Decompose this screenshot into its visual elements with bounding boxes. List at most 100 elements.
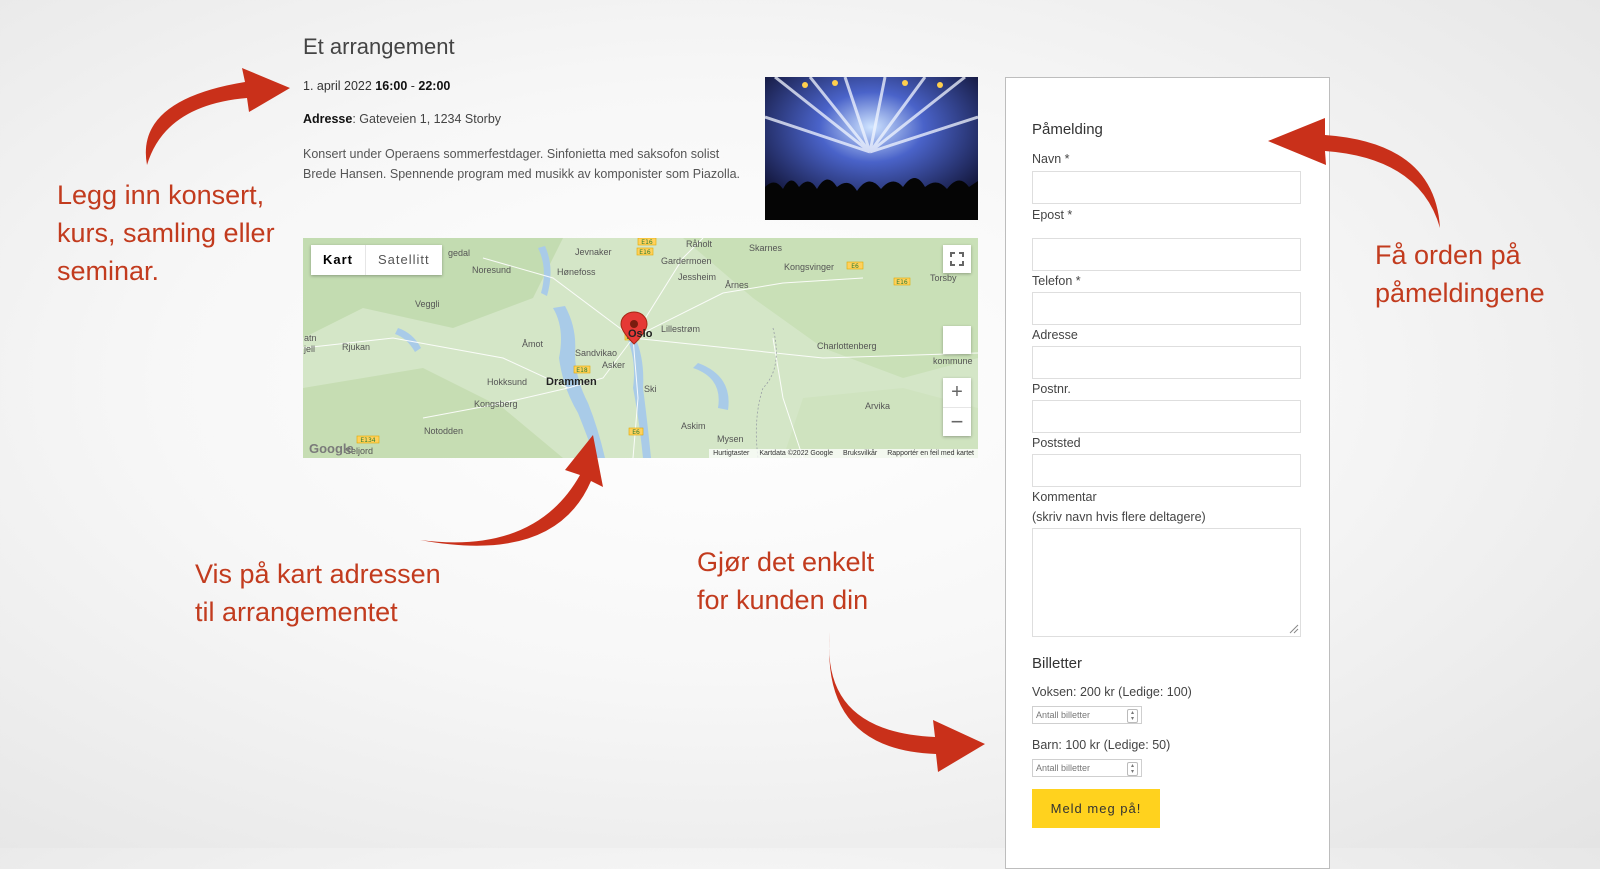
map-place-label: Rjukan bbox=[342, 342, 371, 352]
map-place-label: Årnes bbox=[725, 280, 749, 290]
comment-label: Kommentar bbox=[1032, 490, 1097, 504]
map-place-label: Arvika bbox=[865, 401, 891, 411]
map-place-label: Råholt bbox=[686, 239, 713, 249]
plus-icon: + bbox=[951, 381, 963, 403]
tickets-heading: Billetter bbox=[1032, 655, 1083, 672]
map-road-label: E16 bbox=[639, 249, 651, 256]
ticket-child-label: Barn: 100 kr (Ledige: 50) bbox=[1032, 738, 1171, 752]
street-view-button[interactable] bbox=[943, 326, 971, 354]
map-place-label: Gardermoen bbox=[661, 256, 712, 266]
event-date: 1. april 2022 bbox=[303, 79, 372, 93]
stepper-icon[interactable]: ▴ ▾ bbox=[1127, 762, 1138, 776]
zoom-in-button[interactable]: + bbox=[943, 378, 971, 408]
phone-field[interactable] bbox=[1032, 292, 1301, 325]
map-place-label: Drammen bbox=[546, 376, 597, 388]
address-label: Adresse bbox=[1032, 328, 1078, 342]
arrow-icon bbox=[420, 435, 603, 546]
map-road-label: E18 bbox=[576, 367, 588, 374]
ticket-adult-quantity[interactable]: Antall billetter ▴ ▾ bbox=[1032, 706, 1142, 724]
resize-handle-icon[interactable] bbox=[1289, 624, 1299, 634]
map-road-label: E6 bbox=[851, 263, 859, 270]
map-place-label: Askim bbox=[681, 421, 706, 431]
map-place-label: Asker bbox=[602, 360, 626, 370]
event-time-start: 16:00 bbox=[375, 79, 408, 93]
event-time-end: 22:00 bbox=[418, 79, 451, 93]
map-shortcuts-link[interactable]: Hurtigtaster bbox=[713, 450, 749, 457]
poststed-field[interactable] bbox=[1032, 454, 1301, 487]
callout-line: Vis på kart adressen bbox=[195, 559, 441, 589]
callout-line: kurs, samling eller bbox=[57, 218, 275, 248]
map-footer: Hurtigtaster Kartdata ©2022 Google Bruks… bbox=[709, 449, 978, 458]
callout-line: til arrangementet bbox=[195, 597, 398, 627]
google-logo: Google bbox=[309, 441, 354, 456]
map-place-label: atn bbox=[304, 333, 317, 343]
event-time-separator: - bbox=[407, 79, 419, 93]
fullscreen-icon bbox=[950, 252, 964, 266]
map-place-label: Jevnaker bbox=[575, 247, 612, 257]
callout-add-event: Legg inn konsert, kurs, samling eller se… bbox=[57, 176, 275, 290]
ticket-child-quantity[interactable]: Antall billetter ▴ ▾ bbox=[1032, 759, 1142, 777]
map-place-label: gedal bbox=[448, 248, 471, 258]
map-road-label: E6 bbox=[632, 429, 640, 436]
fullscreen-button[interactable] bbox=[943, 245, 971, 273]
callout-line: Legg inn konsert, bbox=[57, 180, 265, 210]
minus-icon: − bbox=[950, 409, 964, 434]
event-image bbox=[765, 77, 978, 220]
ticket-adult-label: Voksen: 200 kr (Ledige: 100) bbox=[1032, 685, 1192, 699]
map-place-label: jell bbox=[304, 344, 316, 354]
phone-label: Telefon * bbox=[1032, 274, 1081, 288]
postnr-field[interactable] bbox=[1032, 400, 1301, 433]
arrow-icon bbox=[1268, 118, 1440, 228]
ticket-adult-placeholder: Antall billetter bbox=[1036, 710, 1091, 720]
comment-hint: (skriv navn hvis flere deltagere) bbox=[1032, 510, 1206, 524]
map-data-attribution: Kartdata ©2022 Google bbox=[759, 450, 833, 457]
callout-line: påmeldingene bbox=[1375, 278, 1545, 308]
registration-heading: Påmelding bbox=[1032, 121, 1103, 138]
map-road-label: E134 bbox=[360, 437, 375, 444]
map-place-label: Charlottenberg bbox=[817, 341, 877, 351]
map-type-satellite-button[interactable]: Satellitt bbox=[366, 245, 442, 275]
zoom-out-button[interactable]: − bbox=[943, 408, 971, 436]
map-road-label: E16 bbox=[896, 279, 908, 286]
map-place-label: Veggli bbox=[415, 299, 440, 309]
map-road-label: E16 bbox=[641, 239, 653, 246]
callout-map: Vis på kart adressen til arrangementet bbox=[195, 555, 441, 631]
map-place-label: Torsby bbox=[930, 273, 957, 283]
arrow-icon bbox=[145, 68, 290, 165]
map-place-label: Ski bbox=[644, 384, 657, 394]
address-field[interactable] bbox=[1032, 346, 1301, 379]
event-address-value: : Gateveien 1, 1234 Storby bbox=[352, 112, 502, 126]
callout-line: Gjør det enkelt bbox=[697, 547, 875, 577]
email-field[interactable] bbox=[1032, 238, 1301, 271]
zoom-control: + − bbox=[943, 378, 971, 436]
map-place-label: Oslo bbox=[628, 328, 653, 340]
location-map[interactable]: E16 E16 E6 E16 E18 E134 E6 E18 Jevnaker … bbox=[303, 238, 978, 458]
map-place-label: Kongsvinger bbox=[784, 262, 835, 272]
map-type-kart-button[interactable]: Kart bbox=[311, 245, 367, 275]
submit-button[interactable]: Meld meg på! bbox=[1032, 789, 1160, 828]
ticket-child-placeholder: Antall billetter bbox=[1036, 763, 1091, 773]
map-terms-link[interactable]: Bruksvilkår bbox=[843, 450, 877, 457]
map-place-label: Jessheim bbox=[678, 272, 717, 282]
map-place-label: Åmot bbox=[522, 339, 544, 349]
event-datetime: 1. april 2022 16:00 - 22:00 bbox=[303, 79, 450, 93]
event-address: Adresse: Gateveien 1, 1234 Storby bbox=[303, 112, 501, 126]
event-address-label: Adresse bbox=[303, 112, 353, 126]
map-place-label: Lillestrøm bbox=[661, 324, 701, 334]
map-report-error-link[interactable]: Rapportér en feil med kartet bbox=[887, 450, 974, 457]
name-label: Navn * bbox=[1032, 152, 1070, 166]
map-place-label: Hokksund bbox=[487, 377, 528, 387]
poststed-label: Poststed bbox=[1032, 436, 1081, 450]
map-place-label: Kongsberg bbox=[474, 399, 518, 409]
map-place-label: kommune bbox=[933, 356, 973, 366]
stepper-icon[interactable]: ▴ ▾ bbox=[1127, 709, 1138, 723]
arrow-icon bbox=[829, 632, 985, 772]
comment-field[interactable] bbox=[1032, 528, 1301, 637]
callout-line: Få orden på bbox=[1375, 240, 1521, 270]
map-place-label: Sandvikao bbox=[575, 348, 618, 358]
map-place-label: Skarnes bbox=[749, 243, 783, 253]
callout-line: seminar. bbox=[57, 256, 160, 286]
map-place-label: Hønefoss bbox=[557, 267, 596, 277]
map-place-label: Noresund bbox=[472, 265, 512, 275]
callout-easy: Gjør det enkelt for kunden din bbox=[697, 543, 874, 619]
